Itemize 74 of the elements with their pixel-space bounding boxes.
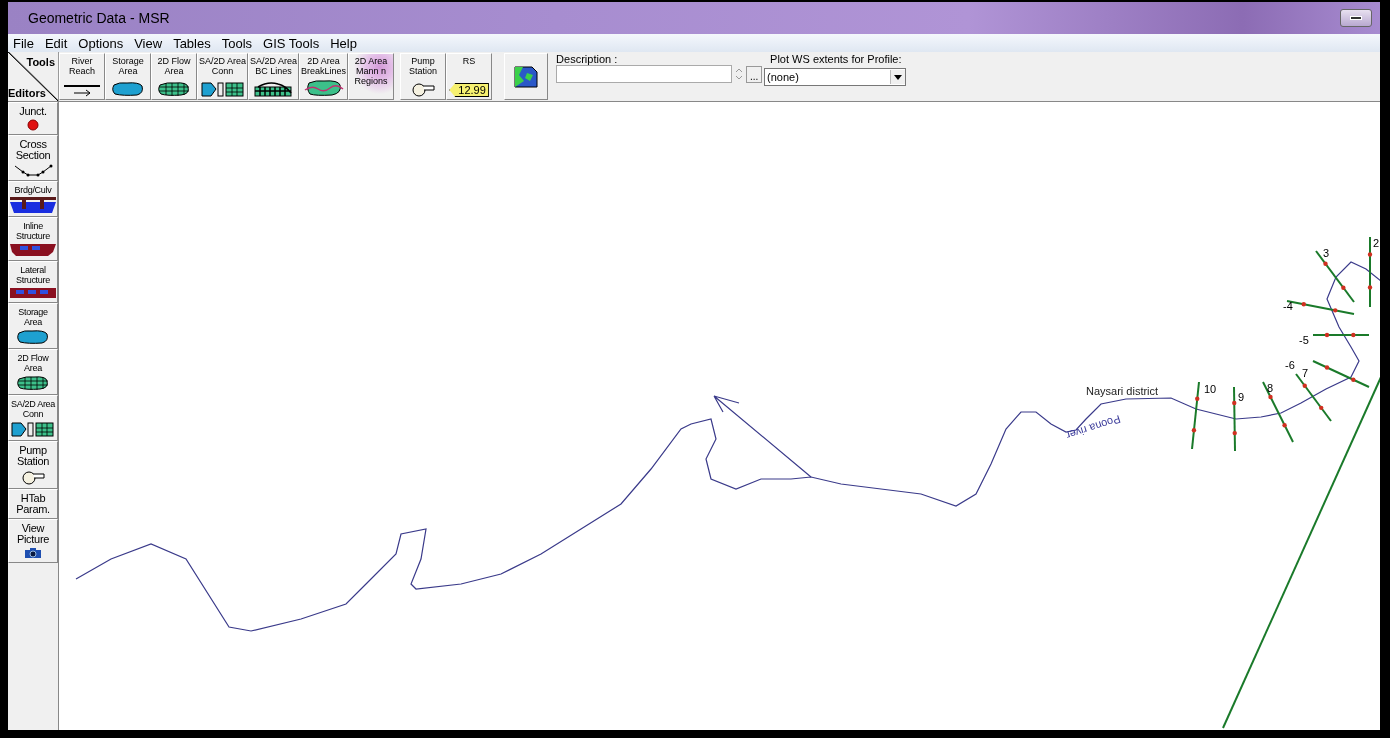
map-button[interactable] <box>504 53 549 100</box>
pump-icon <box>410 81 437 97</box>
editor-button[interactable]: 2D Flow Area <box>8 349 58 395</box>
description-field[interactable] <box>556 65 733 83</box>
editor-button[interactable]: Inline Structure <box>8 217 58 261</box>
editor-button[interactable]: Cross Section <box>8 135 58 181</box>
breakline-area-icon <box>303 79 344 97</box>
cross-section-label: 9 <box>1238 391 1245 403</box>
cross-section-label: 2 <box>1373 237 1380 249</box>
connection-icon <box>200 81 245 97</box>
editor-button[interactable]: View Picture <box>8 519 58 563</box>
dropdown-arrow-icon <box>894 74 903 80</box>
menu-item[interactable]: Options <box>73 35 130 51</box>
grid-area-icon <box>157 81 191 97</box>
cross-section-line <box>1367 236 1373 308</box>
editor-button[interactable]: Storage Area <box>8 303 58 349</box>
tools-label: Tools <box>26 56 55 68</box>
menu-item[interactable]: View <box>129 35 169 51</box>
pump-icon <box>20 469 46 485</box>
tool-button[interactable]: Pump Station <box>400 53 447 100</box>
tool-button[interactable]: River Reach <box>59 53 105 100</box>
menu-item[interactable]: Tools <box>216 35 259 51</box>
editor-button[interactable]: SA/2D Area Conn <box>8 395 58 441</box>
tool-button[interactable]: SA/2D Area BC Lines <box>248 53 300 100</box>
inline-structure-icon <box>10 243 56 257</box>
window-title: Geometric Data - MSR <box>28 10 170 26</box>
river-name-label: Poona river <box>1064 413 1123 442</box>
cross-section-label: 7 <box>1302 367 1309 379</box>
cross-section-line <box>1191 381 1200 450</box>
cross-section-label: -6 <box>1285 359 1295 371</box>
lateral-structure-icon <box>10 287 56 299</box>
cross-section-line <box>1232 386 1237 452</box>
grid-area-icon <box>16 375 50 391</box>
tool-button[interactable]: Storage Area <box>105 53 151 100</box>
menu-item[interactable]: Edit <box>39 35 74 51</box>
cross-section-label: -5 <box>1299 334 1309 346</box>
browse-button[interactable]: ... <box>746 66 763 83</box>
map-icon <box>513 64 540 89</box>
connection-icon <box>11 421 55 437</box>
cross-section-label: 3 <box>1323 247 1330 259</box>
menu-item[interactable]: Help <box>325 35 363 51</box>
editor-button[interactable]: Lateral Structure <box>8 261 58 303</box>
editor-button[interactable]: Pump Station <box>8 441 58 489</box>
cross-section-line <box>1312 332 1370 338</box>
cross-section-label: 8 <box>1267 382 1274 394</box>
menu-item[interactable]: Tables <box>168 35 217 51</box>
cross-section-icon <box>13 163 53 177</box>
pond-icon <box>16 329 50 345</box>
editor-button[interactable]: Junct. <box>8 102 58 135</box>
editor-button[interactable]: HTab Param. <box>8 489 58 519</box>
junction-dot-icon <box>27 119 39 131</box>
river-station-tag: 12.99 <box>449 83 489 97</box>
profile-label: Plot WS extents for Profile: <box>770 53 903 65</box>
tool-button[interactable]: RS 12.99 <box>446 53 493 100</box>
editor-button[interactable]: Brdg/Culv <box>8 181 58 217</box>
menu-item[interactable]: GIS Tools <box>258 35 326 51</box>
cross-section-label: -4 <box>1283 300 1293 312</box>
arrow-line-icon <box>62 83 102 97</box>
cross-section-label: 10 <box>1204 383 1217 395</box>
tool-button[interactable]: SA/2D Area Conn <box>197 53 249 100</box>
tool-button[interactable]: 2D Area Mann n Regions <box>348 53 395 100</box>
district-label: Naysari district <box>1086 385 1159 397</box>
tool-button[interactable]: 2D Area BreakLines <box>299 53 349 100</box>
profile-dropdown[interactable]: (none) <box>764 68 907 86</box>
description-label: Description : <box>556 53 619 65</box>
editors-label: Editors <box>8 87 46 99</box>
pond-icon <box>111 81 145 97</box>
minimize-button[interactable] <box>1340 9 1372 27</box>
menu-item[interactable]: File <box>8 35 40 51</box>
bridge-icon <box>10 197 56 213</box>
bc-lines-icon <box>253 81 294 97</box>
tool-button[interactable]: 2D Flow Area <box>151 53 197 100</box>
cross-section-line <box>1262 381 1294 443</box>
camera-icon <box>24 547 42 559</box>
